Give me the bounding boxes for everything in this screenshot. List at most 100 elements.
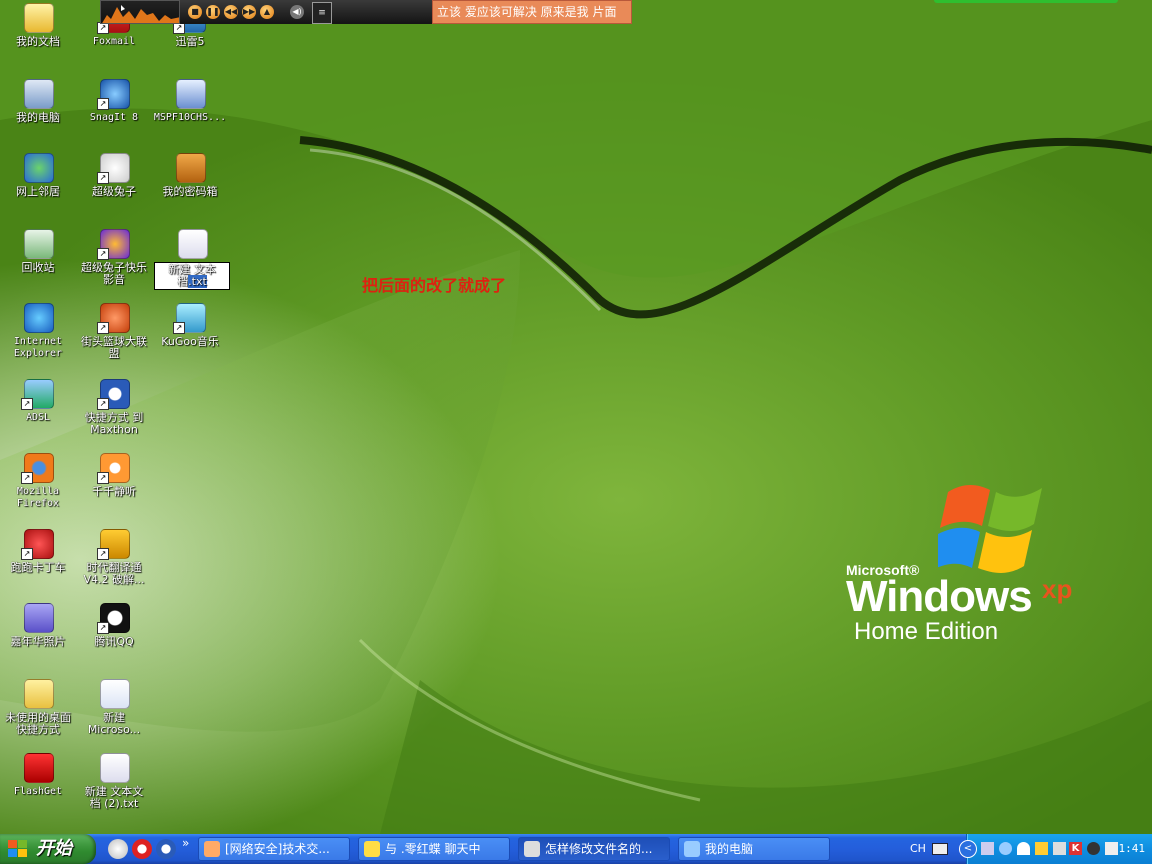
desktop-icon[interactable]: ↗ SnagIt 8: [76, 76, 152, 124]
edition-label: Home Edition: [854, 618, 999, 645]
shortcut-arrow-icon: ↗: [97, 98, 109, 110]
lyrics-display: 立该 爱应该可解决 原来是我 片面: [432, 0, 632, 24]
maxthon-icon: ↗: [97, 376, 131, 410]
desktop-icon-label: Internet Explorer: [13, 336, 63, 359]
keyboard-icon[interactable]: [932, 843, 948, 855]
app-tray-icon[interactable]: [1053, 842, 1066, 855]
desktop-icon[interactable]: ↗ Mozilla Firefox: [0, 450, 76, 510]
taskbar-button[interactable]: 我的电脑: [678, 837, 830, 861]
desktop-icon[interactable]: 新建 Microso...: [76, 676, 152, 736]
volume-tray-icon[interactable]: [1105, 842, 1118, 855]
start-button[interactable]: 开始: [0, 834, 96, 864]
windows-xp-logo: Microsoft® Windows xp Home Edition: [846, 478, 1106, 648]
shortcut-arrow-icon: ↗: [97, 172, 109, 184]
desktop-icon[interactable]: 我的文档: [0, 0, 76, 48]
taskbar-button[interactable]: [网络安全]技术交...: [198, 837, 350, 861]
recycle-bin-icon: [21, 226, 55, 260]
super-rabbit-icon: ↗: [97, 150, 131, 184]
desktop-icon[interactable]: 嘉年华照片: [0, 600, 76, 648]
selected-extension: .txt: [188, 275, 207, 288]
ttplayer-mini-bar[interactable]: ■ ❚❚ ◀◀ ▶▶ ▲ ◀) ≡ 立该 爱应该可解决 原来是我 片面: [100, 0, 632, 24]
desktop-icon[interactable]: 新建 文本 档.txt: [154, 226, 230, 290]
eject-icon[interactable]: ▲: [260, 5, 274, 19]
desktop-icon-label: MSPF10CHS...: [153, 112, 227, 123]
qq-tray-icon[interactable]: [999, 842, 1012, 855]
spectrum-visualizer: [100, 0, 180, 24]
desktop-icon[interactable]: ↗ 街头篮球大联 盟: [76, 300, 152, 360]
pause-icon[interactable]: ❚❚: [206, 5, 220, 19]
system-tray: < K 1:41: [959, 834, 1152, 864]
antivirus-tray-icon[interactable]: K: [1069, 842, 1082, 855]
desktop-icon[interactable]: 新建 文本文 档 (2).txt: [76, 750, 152, 810]
desktop-icon[interactable]: FlashGet: [0, 750, 76, 798]
desktop-icon-label: ADSL: [25, 412, 51, 423]
maxthon-quicklaunch-icon[interactable]: [156, 839, 176, 859]
desktop-icon[interactable]: ↗ 快捷方式 到 Maxthon: [76, 376, 152, 436]
shortcut-arrow-icon: ↗: [21, 472, 33, 484]
rabbit-quicklaunch-icon[interactable]: [108, 839, 128, 859]
desktop-icon-label: 迅雷5: [175, 35, 205, 48]
desktop-icon-label: 我的文档: [16, 35, 60, 48]
desktop-icon[interactable]: ↗ ADSL: [0, 376, 76, 424]
desktop-icon-label: Mozilla Firefox: [16, 486, 60, 509]
desktop-icon[interactable]: ↗ 时代翻译通 V4.2 破解...: [76, 526, 152, 586]
desktop-icon[interactable]: ↗ 跑跑卡丁车: [0, 526, 76, 574]
basketball-icon: ↗: [97, 300, 131, 334]
desktop-icon-label: 我的密码箱: [162, 185, 218, 198]
desktop-icon-label: 新建 Microso...: [87, 711, 141, 736]
qq-icon: ↗: [97, 600, 131, 634]
photo-drive-icon: [21, 600, 55, 634]
desktop[interactable]: 我的文档 ↗ Foxmail ↗ 迅雷5 我的电脑 ↗ SnagIt 8 MSPF10CHS..…: [0, 0, 1152, 834]
tray-collapse-icon[interactable]: <: [959, 840, 977, 858]
shortcut-arrow-icon: ↗: [97, 398, 109, 410]
desktop-icon-label: 网上邻居: [16, 185, 60, 198]
flashget-icon: [21, 750, 55, 784]
stop-icon[interactable]: ■: [188, 5, 202, 19]
player-tray-icon[interactable]: [1087, 842, 1100, 855]
desktop-icon[interactable]: MSPF10CHS...: [152, 76, 228, 124]
browser-page-icon: [524, 841, 540, 857]
ttplayer-icon: ↗: [97, 450, 131, 484]
desktop-icon[interactable]: 我的电脑: [0, 76, 76, 124]
desktop-icon-label: 超级兔子快乐 影音: [81, 261, 147, 286]
flashget-quicklaunch-icon[interactable]: [132, 839, 152, 859]
desktop-icon[interactable]: ↗ 腾讯QQ: [76, 600, 152, 648]
shortcut-arrow-icon: ↗: [97, 322, 109, 334]
volume-icon[interactable]: ◀): [290, 5, 304, 19]
network-tray-icon[interactable]: [981, 842, 994, 855]
desktop-icon-label: 超级兔子: [92, 185, 136, 198]
desktop-icon[interactable]: 我的密码箱: [152, 150, 228, 198]
desktop-icon[interactable]: 未使用的桌面 快捷方式: [0, 676, 76, 736]
taskbar-button[interactable]: 怎样修改文件名的...: [518, 837, 670, 861]
text-file-icon: [97, 750, 131, 784]
lock-tray-icon[interactable]: [1035, 842, 1048, 855]
mode-switch-icon[interactable]: ≡: [312, 2, 332, 24]
desktop-icon[interactable]: 网上邻居: [0, 150, 76, 198]
clock[interactable]: 1:41: [1119, 834, 1146, 864]
desktop-icon[interactable]: ↗ 超级兔子: [76, 150, 152, 198]
desktop-icon-label: Foxmail: [92, 36, 136, 47]
wifi-tray-icon[interactable]: [1017, 842, 1030, 855]
desktop-icon[interactable]: ↗ 超级兔子快乐 影音: [76, 226, 152, 286]
word-doc-icon: [97, 676, 131, 710]
wallpaper: [0, 0, 1152, 834]
shortcut-arrow-icon: ↗: [97, 472, 109, 484]
xp-wordmark: xp: [1042, 574, 1073, 604]
desktop-icon[interactable]: ↗ KuGoo音乐: [152, 300, 228, 348]
rename-field[interactable]: 新建 文本 档.txt: [154, 262, 230, 290]
desktop-icon-label: 快捷方式 到 Maxthon: [84, 411, 144, 436]
windows-flag-logo: [938, 485, 1042, 573]
desktop-icon[interactable]: ↗ 千千静听: [76, 450, 152, 498]
language-indicator[interactable]: CH: [910, 834, 926, 864]
taskbar-button-label: 我的电脑: [705, 842, 754, 856]
desktop-icon-label: 我的电脑: [16, 111, 60, 124]
folder-icon: [21, 676, 55, 710]
my-documents-icon: [21, 0, 55, 34]
next-icon[interactable]: ▶▶: [242, 5, 256, 19]
desktop-icon-label: 跑跑卡丁车: [10, 561, 66, 574]
previous-icon[interactable]: ◀◀: [224, 5, 238, 19]
taskbar-button[interactable]: 与 .零红蝶 聊天中: [358, 837, 510, 861]
desktop-icon[interactable]: 回收站: [0, 226, 76, 274]
desktop-icon[interactable]: Internet Explorer: [0, 300, 76, 360]
quicklaunch-overflow-chevron[interactable]: »: [182, 836, 189, 850]
